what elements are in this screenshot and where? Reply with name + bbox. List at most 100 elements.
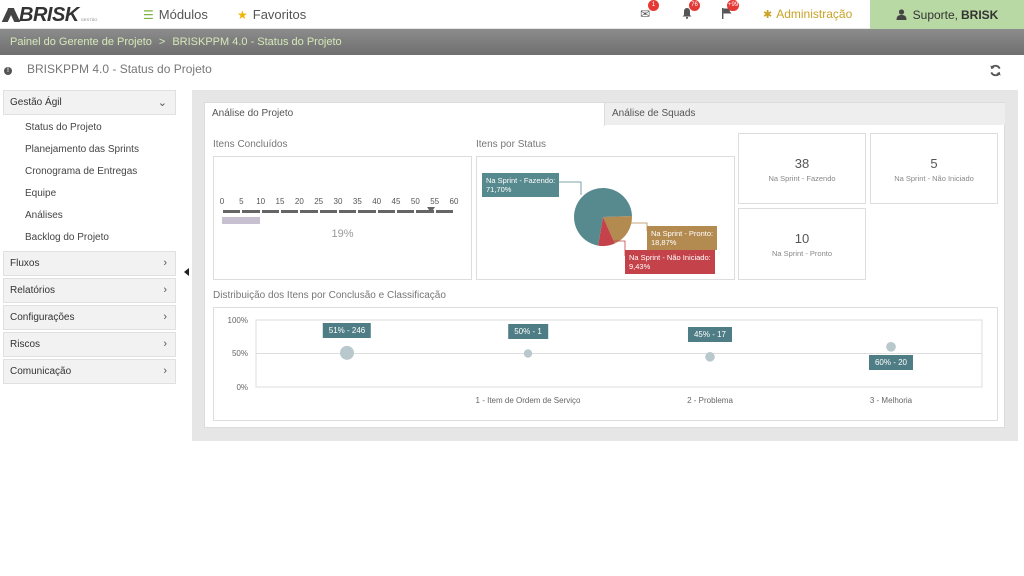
favorites-menu[interactable]: ★ Favoritos bbox=[237, 7, 306, 22]
stat-card-nao-iniciado: 5 Na Sprint - Não Iniciado bbox=[870, 133, 998, 204]
pie-label-nao-iniciado-name: Na Sprint - Não Iniciado: bbox=[629, 253, 711, 262]
sidebar-item-status-do-projeto[interactable]: Status do Projeto bbox=[3, 117, 176, 139]
ruler-segment bbox=[319, 210, 337, 213]
ruler-tick-label: 15 bbox=[275, 197, 285, 206]
ruler-tick-label: 20 bbox=[294, 197, 304, 206]
stat-label: Na Sprint - Não Iniciado bbox=[894, 174, 974, 183]
pie-label-pronto: Na Sprint - Pronto: 18,87% bbox=[647, 226, 718, 250]
sidebar-item-planejamento-sprints[interactable]: Planejamento das Sprints bbox=[3, 139, 176, 161]
analysis-panel: Análise do Projeto Análise de Squads Ite… bbox=[204, 102, 1006, 428]
itens-concluidos-label: Itens Concluídos bbox=[213, 139, 288, 150]
chevron-down-icon: ⌄ bbox=[157, 97, 167, 109]
tab-bar: Análise do Projeto Análise de Squads bbox=[205, 103, 1006, 126]
sidebar-header-comunicacao[interactable]: Comunicação › bbox=[3, 359, 176, 384]
sidebar-group-label: Comunicação bbox=[10, 366, 72, 377]
sidebar-group-gestao-agil: Gestão Ágil ⌄ Status do Projeto Planejam… bbox=[3, 90, 176, 249]
stat-value: 10 bbox=[794, 231, 810, 246]
breadcrumb-separator: > bbox=[158, 36, 166, 48]
point-label: 45% - 17 bbox=[687, 326, 733, 342]
mail-notifications[interactable]: ✉ 1 bbox=[640, 0, 659, 21]
ruler-segment bbox=[242, 210, 260, 213]
pie-label-fazendo-pct: 71,70% bbox=[486, 185, 512, 194]
ruler-segment bbox=[223, 210, 241, 213]
pie-label-pronto-pct: 18,87% bbox=[651, 238, 677, 247]
sidebar-header-relatorios[interactable]: Relatórios › bbox=[3, 278, 176, 303]
sidebar-header-configuracoes[interactable]: Configurações › bbox=[3, 305, 176, 330]
scatter-point[interactable] bbox=[705, 352, 715, 362]
ruler-segment bbox=[339, 210, 357, 213]
ruler-segment bbox=[397, 210, 415, 213]
point-label: 60% - 20 bbox=[868, 354, 914, 370]
sidebar-item-analises[interactable]: Análises bbox=[3, 205, 176, 227]
ruler-tick-label: 45 bbox=[391, 197, 401, 206]
logo-subtext: GESTÃO bbox=[80, 16, 98, 22]
flag-badge: +99 bbox=[727, 0, 740, 11]
bell-notifications[interactable]: 76 bbox=[681, 0, 700, 19]
logo-mark-icon bbox=[1, 7, 21, 23]
scatter-point[interactable] bbox=[523, 349, 533, 358]
chevron-right-icon: › bbox=[163, 284, 167, 296]
brisk-logo[interactable]: BRISK GESTÃO bbox=[1, 3, 98, 26]
stat-card-fazendo: 38 Na Sprint - Fazendo bbox=[738, 133, 866, 204]
hamburger-icon: ☰ bbox=[143, 7, 154, 22]
stat-value: 38 bbox=[794, 156, 810, 171]
user-menu[interactable]: Suporte, BRISK bbox=[870, 0, 1024, 29]
logo-text: BRISK bbox=[19, 3, 79, 26]
target-marker-icon bbox=[426, 207, 435, 213]
tab-analise-squads[interactable]: Análise de Squads bbox=[605, 103, 1005, 125]
support-user: BRISK bbox=[961, 7, 999, 22]
chevron-right-icon: › bbox=[163, 365, 167, 377]
scatter-point[interactable] bbox=[886, 341, 896, 352]
pie-label-nao-iniciado-pct: 9,43% bbox=[629, 262, 651, 271]
pie-label-fazendo-name: Na Sprint - Fazendo: bbox=[486, 176, 556, 185]
bell-badge: 76 bbox=[689, 0, 700, 11]
chevron-right-icon: › bbox=[163, 338, 167, 350]
sidebar-header-fluxos[interactable]: Fluxos › bbox=[3, 251, 176, 276]
sidebar-item-equipe[interactable]: Equipe bbox=[3, 183, 176, 205]
distribuicao-chart: 100% 50% 0% 1 - Item de Ordem de Serviço… bbox=[213, 307, 998, 421]
pie-label-pronto-name: Na Sprint - Pronto: bbox=[651, 229, 714, 238]
sidebar-header-gestao-agil[interactable]: Gestão Ágil ⌄ bbox=[3, 90, 176, 115]
ruler-tick-label: 0 bbox=[219, 197, 225, 206]
info-icon[interactable]: ! bbox=[4, 67, 12, 75]
sidebar-item-backlog[interactable]: Backlog do Projeto bbox=[3, 227, 176, 249]
mail-badge: 1 bbox=[648, 0, 659, 11]
ruler-tick-label: 55 bbox=[430, 197, 440, 206]
ruler-segment bbox=[281, 210, 299, 213]
sidebar-group-label: Fluxos bbox=[10, 258, 40, 269]
user-icon bbox=[896, 9, 907, 20]
breadcrumb-item-status[interactable]: BRISKPPM 4.0 - Status do Projeto bbox=[172, 36, 341, 48]
page-header: ! BRISKPPM 4.0 - Status do Projeto bbox=[0, 62, 1024, 82]
pie-label-fazendo: Na Sprint - Fazendo: 71,70% bbox=[482, 173, 560, 197]
x-category-label: 2 - Problema bbox=[687, 396, 733, 405]
sidebar-collapse-icon[interactable] bbox=[184, 268, 189, 276]
star-icon: ★ bbox=[237, 7, 248, 22]
administration-label: Administração bbox=[776, 7, 853, 21]
x-category-label: 3 - Melhoria bbox=[869, 396, 913, 405]
point-label: 51% - 246 bbox=[322, 322, 372, 338]
itens-por-status-label: Itens por Status bbox=[476, 139, 547, 150]
sidebar-header-riscos[interactable]: Riscos › bbox=[3, 332, 176, 357]
ruler-tick-label: 40 bbox=[372, 197, 382, 206]
sidebar-item-cronograma-entregas[interactable]: Cronograma de Entregas bbox=[3, 161, 176, 183]
progress-bar-fill bbox=[222, 217, 260, 224]
breadcrumb-item-painel[interactable]: Painel do Gerente de Projeto bbox=[10, 36, 152, 48]
refresh-icon[interactable] bbox=[989, 64, 1002, 77]
ruler-segment bbox=[377, 210, 395, 213]
scatter-point[interactable] bbox=[340, 345, 354, 360]
administration-menu[interactable]: ✱ Administração bbox=[763, 7, 852, 21]
x-category-label: 1 - Item de Ordem de Serviço bbox=[475, 396, 581, 405]
ruler-segment bbox=[261, 210, 279, 213]
tab-analise-projeto[interactable]: Análise do Projeto bbox=[205, 103, 605, 126]
breadcrumb: Painel do Gerente de Projeto > BRISKPPM … bbox=[0, 29, 1024, 55]
sidebar-group-label: Gestão Ágil bbox=[10, 97, 62, 108]
itens-por-status-box: Na Sprint - Fazendo: 71,70% Na Sprint - … bbox=[476, 156, 735, 280]
pie-label-nao-iniciado: Na Sprint - Não Iniciado: 9,43% bbox=[625, 250, 715, 274]
chevron-right-icon: › bbox=[163, 311, 167, 323]
pie-leader-line bbox=[629, 222, 648, 231]
progress-percent: 19% bbox=[331, 228, 354, 240]
flag-notifications[interactable]: +99 bbox=[721, 0, 740, 19]
modules-menu[interactable]: ☰ Módulos bbox=[143, 7, 208, 22]
support-prefix: Suporte, bbox=[912, 7, 959, 22]
ruler-tick-label: 50 bbox=[410, 197, 420, 206]
